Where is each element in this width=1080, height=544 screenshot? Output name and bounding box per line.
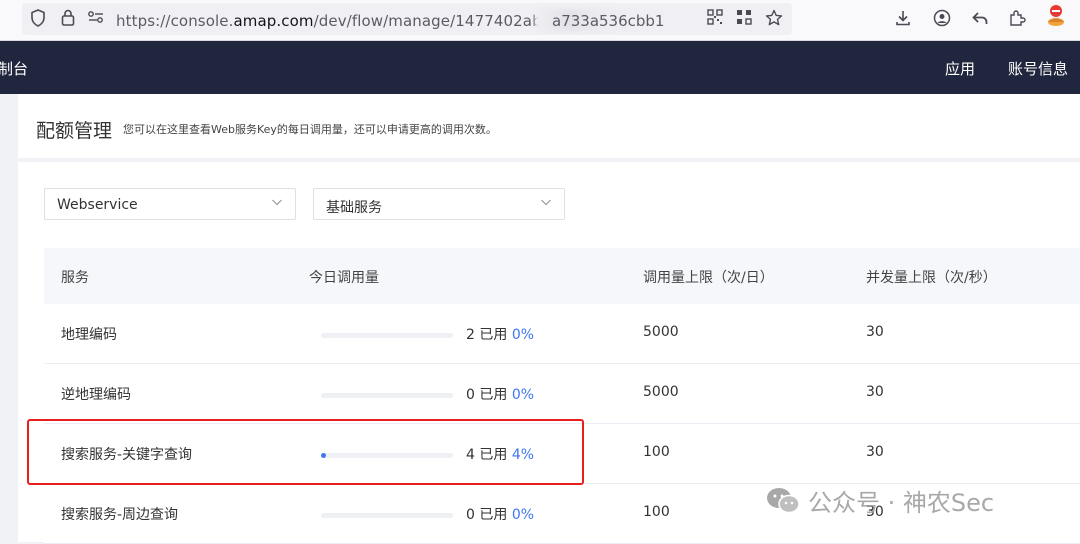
table-row: 地理编码 2 已用 0% 5000 30 bbox=[44, 304, 1080, 364]
browser-toolbar: https://console.amap.com/dev/flow/manage… bbox=[0, 0, 1080, 41]
qps-limit: 30 bbox=[866, 444, 884, 460]
url-path: /dev/flow/manage/1477402ab bbox=[313, 12, 542, 30]
url-tail: a733a536cbb1 bbox=[552, 12, 665, 30]
bookmark-star-icon[interactable] bbox=[764, 9, 784, 29]
url-prefix: https://console. bbox=[116, 12, 234, 30]
chevron-down-icon bbox=[272, 199, 282, 206]
used-label: 已用 bbox=[479, 507, 508, 523]
watermark: 公众号 · 神农Sec bbox=[766, 483, 994, 521]
chevron-down-icon bbox=[541, 199, 551, 206]
address-bar[interactable]: https://console.amap.com/dev/flow/manage… bbox=[22, 3, 792, 35]
download-icon[interactable] bbox=[893, 9, 913, 29]
service-type-value: Webservice bbox=[57, 197, 138, 213]
page-title: 配额管理 bbox=[36, 120, 113, 142]
wechat-icon bbox=[766, 487, 800, 521]
used-percent: 0% bbox=[511, 507, 535, 523]
nav-apps[interactable]: 应用 bbox=[945, 58, 975, 79]
column-header-qps-limit: 并发量上限（次/秒） bbox=[866, 270, 997, 286]
permissions-icon[interactable] bbox=[86, 9, 106, 29]
lock-icon[interactable] bbox=[58, 9, 78, 29]
used-count: 0 bbox=[466, 387, 475, 403]
extension-badge-icon[interactable] bbox=[1045, 3, 1065, 26]
used-count: 2 bbox=[466, 327, 475, 343]
watermark-text: 公众号 · 神农Sec bbox=[808, 489, 995, 517]
column-header-service: 服务 bbox=[61, 270, 89, 286]
used-count: 0 bbox=[466, 507, 475, 523]
usage-progress-bar bbox=[321, 333, 453, 338]
service-name: 地理编码 bbox=[61, 327, 117, 343]
qps-limit: 30 bbox=[866, 324, 884, 340]
url-domain: amap.com bbox=[233, 12, 314, 30]
service-category-select[interactable]: 基础服务 bbox=[313, 188, 565, 220]
shield-icon[interactable] bbox=[28, 9, 48, 29]
daily-limit: 100 bbox=[643, 504, 670, 520]
usage-text: 2 已用 0% bbox=[466, 324, 534, 344]
usage-text: 0 已用 0% bbox=[466, 504, 534, 524]
table-row: 逆地理编码 0 已用 0% 5000 30 bbox=[44, 364, 1080, 424]
url-text[interactable]: https://console.amap.com/dev/flow/manage… bbox=[116, 12, 542, 30]
highlight-annotation-box bbox=[27, 419, 584, 485]
daily-limit: 5000 bbox=[643, 384, 679, 400]
qps-limit: 30 bbox=[866, 384, 884, 400]
app-header: 制台 应用 账号信息 bbox=[0, 41, 1080, 94]
used-percent: 0% bbox=[511, 327, 535, 343]
used-label: 已用 bbox=[479, 327, 508, 343]
account-icon[interactable] bbox=[932, 9, 952, 29]
service-name: 逆地理编码 bbox=[61, 387, 131, 403]
nav-account-info[interactable]: 账号信息 bbox=[1008, 58, 1068, 79]
app-title[interactable]: 制台 bbox=[0, 58, 28, 79]
usage-text: 0 已用 0% bbox=[466, 384, 534, 404]
daily-limit: 5000 bbox=[643, 324, 679, 340]
table-header: 服务 今日调用量 调用量上限（次/日） 并发量上限（次/秒） bbox=[44, 248, 1080, 305]
qr-code-icon[interactable] bbox=[705, 9, 725, 29]
service-type-select[interactable]: Webservice bbox=[44, 188, 296, 220]
service-name: 搜索服务-周边查询 bbox=[61, 507, 179, 523]
daily-limit: 100 bbox=[643, 444, 670, 460]
usage-progress-bar bbox=[321, 513, 453, 518]
column-header-today-usage: 今日调用量 bbox=[309, 270, 379, 286]
qr-scan-icon[interactable] bbox=[734, 9, 754, 29]
page-header: 配额管理 您可以在这里查看Web服务Key的每日调用量，还可以申请更高的调用次数… bbox=[18, 94, 1080, 158]
extensions-icon[interactable] bbox=[1007, 9, 1027, 29]
page-description: 您可以在这里查看Web服务Key的每日调用量，还可以申请更高的调用次数。 bbox=[123, 123, 497, 136]
used-percent: 0% bbox=[511, 387, 535, 403]
column-header-daily-limit: 调用量上限（次/日） bbox=[643, 270, 774, 286]
service-category-value: 基础服务 bbox=[326, 200, 382, 216]
usage-progress-bar bbox=[321, 393, 453, 398]
back-arrow-icon[interactable] bbox=[970, 9, 990, 29]
used-label: 已用 bbox=[479, 387, 508, 403]
